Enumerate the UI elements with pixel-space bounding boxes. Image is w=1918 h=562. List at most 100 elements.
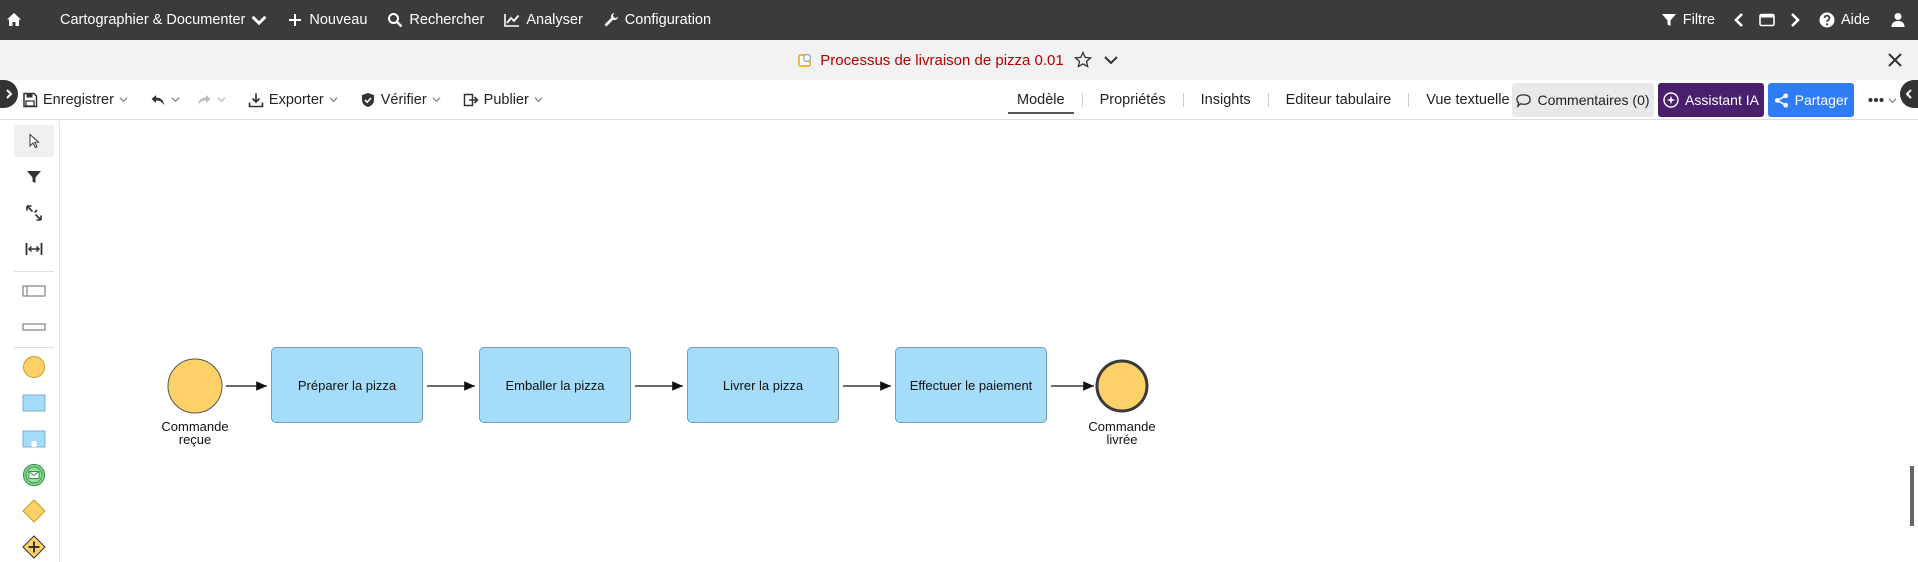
- configuration-menu[interactable]: Configuration: [593, 0, 721, 40]
- caret-down-icon: [119, 97, 128, 103]
- palette-gateway[interactable]: [14, 495, 54, 527]
- user-button[interactable]: [1880, 0, 1918, 40]
- end-event-label-line2: livrée: [1106, 432, 1138, 447]
- filter-menu-label: Filtre: [1682, 12, 1715, 28]
- redo-button[interactable]: [188, 80, 234, 120]
- tab-text-view[interactable]: Vue textuelle: [1409, 80, 1526, 120]
- start-event-label-line2: reçue: [178, 432, 212, 447]
- verify-button-label: Vérifier: [380, 91, 427, 108]
- palette-subprocess[interactable]: [14, 423, 54, 455]
- task-label: Préparer la pizza: [297, 377, 397, 393]
- analyze-menu[interactable]: Analyser: [494, 0, 592, 40]
- share-button[interactable]: Partager: [1768, 83, 1854, 117]
- filter-menu[interactable]: Filtre: [1651, 0, 1725, 40]
- task-package-pizza[interactable]: Emballer la pizza: [479, 347, 631, 423]
- chevron-right-icon: [1791, 13, 1800, 27]
- task-deliver-pizza[interactable]: Livrer la pizza: [687, 347, 839, 423]
- document-title-bar: Processus de livraison de pizza 0.01: [0, 40, 1918, 80]
- export-button[interactable]: Exporter: [240, 80, 346, 120]
- line-chart-icon: [504, 14, 520, 27]
- question-circle-icon: [1819, 12, 1835, 28]
- home-icon: [7, 13, 21, 26]
- forward-button[interactable]: [1781, 0, 1809, 40]
- palette-pool[interactable]: [14, 275, 54, 307]
- message-event-icon: [22, 463, 46, 487]
- tab-model-label: Modèle: [1017, 92, 1065, 108]
- ai-sparkle-icon: [1663, 92, 1679, 108]
- palette-start-event[interactable]: [14, 351, 54, 383]
- tab-tabular-editor-label: Editeur tabulaire: [1285, 92, 1392, 108]
- subprocess-rect-icon: [22, 430, 46, 448]
- start-event[interactable]: [167, 358, 223, 414]
- publish-button[interactable]: Publier: [455, 80, 551, 120]
- comments-button[interactable]: Commentaires (0): [1512, 83, 1654, 117]
- right-scrollbar-thumb[interactable]: [1910, 466, 1914, 526]
- horizontal-space-icon: [25, 243, 43, 255]
- publish-button-label: Publier: [483, 91, 529, 108]
- palette-task[interactable]: [14, 387, 54, 419]
- help-menu[interactable]: Aide: [1809, 0, 1880, 40]
- ai-assistant-button[interactable]: Assistant IA: [1658, 83, 1764, 117]
- chevron-down-icon[interactable]: [1102, 51, 1120, 69]
- palette-filter-tool[interactable]: [14, 161, 54, 193]
- view-tabs: Modèle Propriétés Insights Editeur tabul…: [1000, 80, 1527, 120]
- tab-tabular-editor[interactable]: Editeur tabulaire: [1269, 80, 1409, 120]
- filter-icon: [1661, 14, 1676, 26]
- back-button[interactable]: [1725, 0, 1753, 40]
- plus-icon: [289, 14, 302, 26]
- end-event[interactable]: [1095, 359, 1149, 413]
- filter-icon: [27, 171, 41, 183]
- publish-icon: [463, 93, 479, 106]
- chevron-down-icon: [251, 15, 267, 26]
- verify-button[interactable]: Vérifier: [352, 80, 449, 120]
- task-label: Emballer la pizza: [505, 377, 605, 393]
- tab-insights[interactable]: Insights: [1184, 80, 1268, 120]
- window-icon: [1759, 13, 1775, 27]
- save-button[interactable]: Enregistrer: [14, 80, 136, 120]
- star-icon[interactable]: [1073, 51, 1092, 69]
- ellipsis-icon: [1868, 98, 1883, 102]
- palette-parallel-gateway[interactable]: [14, 531, 54, 562]
- palette-space-tool[interactable]: [14, 233, 54, 265]
- tab-properties[interactable]: Propriétés: [1083, 80, 1183, 120]
- window-button[interactable]: [1753, 0, 1781, 40]
- palette-select-tool[interactable]: [14, 125, 54, 157]
- shape-palette: [0, 121, 60, 562]
- map-document-menu-label: Cartographier & Documenter: [60, 12, 246, 28]
- palette-resize-tool[interactable]: [14, 197, 54, 229]
- comment-icon: [1516, 93, 1532, 108]
- home-button[interactable]: [0, 0, 32, 40]
- search-menu[interactable]: Rechercher: [377, 0, 494, 40]
- more-options-button[interactable]: [1862, 83, 1902, 117]
- close-icon[interactable]: [1886, 51, 1904, 69]
- help-menu-label: Aide: [1840, 12, 1870, 28]
- caret-down-icon: [432, 97, 441, 103]
- right-panel-toggle[interactable]: [1900, 80, 1918, 108]
- diagram-canvas[interactable]: Commande reçue Préparer la pizza Emballe…: [61, 121, 1906, 562]
- new-menu-label: Nouveau: [309, 12, 368, 28]
- undo-button[interactable]: [142, 80, 188, 120]
- map-document-menu[interactable]: Cartographier & Documenter: [50, 0, 277, 40]
- caret-down-icon: [329, 97, 338, 103]
- undo-icon: [151, 94, 164, 105]
- task-make-payment[interactable]: Effectuer le paiement: [895, 347, 1047, 423]
- tab-model[interactable]: Modèle: [1000, 80, 1082, 120]
- palette-lane[interactable]: [14, 311, 54, 343]
- pointer-icon: [29, 133, 40, 149]
- ai-assistant-button-label: Assistant IA: [1685, 92, 1759, 108]
- export-icon: [248, 93, 264, 107]
- tab-properties-label: Propriétés: [1099, 92, 1166, 108]
- new-menu[interactable]: Nouveau: [277, 0, 377, 40]
- task-prepare-pizza[interactable]: Préparer la pizza: [271, 347, 423, 423]
- document-title[interactable]: Processus de livraison de pizza 0.01: [798, 52, 1064, 69]
- diagram-connections: [167, 358, 1149, 414]
- lane-shape-icon: [22, 323, 46, 331]
- save-icon: [23, 92, 38, 107]
- tab-insights-label: Insights: [1200, 92, 1251, 108]
- redo-icon: [197, 94, 211, 105]
- caret-down-icon: [534, 97, 543, 103]
- palette-message-event[interactable]: [14, 459, 54, 491]
- chevron-left-icon: [1905, 89, 1912, 99]
- tab-text-view-label: Vue textuelle: [1426, 92, 1510, 108]
- chevron-right-icon: [6, 89, 13, 99]
